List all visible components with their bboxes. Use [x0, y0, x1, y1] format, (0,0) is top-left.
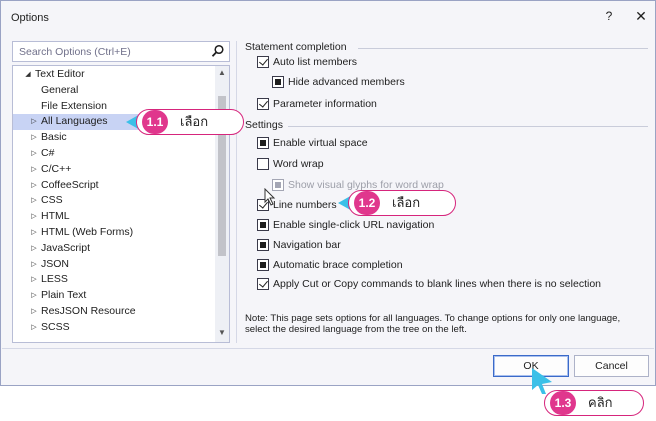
mouse-cursor-icon — [264, 188, 276, 206]
callout-badge: 1.1 — [142, 110, 168, 134]
tree-scrollbar[interactable]: ▲ ▼ — [215, 66, 229, 342]
tree-item-label: Plain Text — [41, 289, 87, 302]
tree-item-label: File Extension — [41, 99, 107, 112]
scroll-down-icon[interactable]: ▼ — [215, 328, 229, 340]
tree-item[interactable]: ◢ Text Editor — [13, 67, 215, 83]
callout-1-1: 1.1 เลือก — [126, 109, 246, 135]
tree-item-label: JSON — [41, 257, 70, 270]
tree-item[interactable]: ▷ HTML — [13, 209, 215, 225]
tree-item-label: HTML — [41, 210, 70, 223]
single-click-url-option[interactable]: Enable single-click URL navigation — [257, 219, 497, 234]
collapsed-arrow-icon[interactable]: ▷ — [29, 304, 39, 320]
pointer-arrow-icon — [532, 368, 552, 394]
collapsed-arrow-icon[interactable]: ▷ — [29, 241, 39, 257]
tree-item[interactable]: ▷ CSS — [13, 193, 215, 209]
group-divider — [358, 48, 648, 49]
word-wrap-checkbox[interactable] — [257, 158, 269, 170]
hide-advanced-members-checkbox[interactable] — [272, 76, 284, 88]
collapsed-arrow-icon[interactable]: ▷ — [29, 114, 39, 130]
hide-advanced-members-option[interactable]: Hide advanced members — [272, 76, 472, 91]
tree-item[interactable]: ▷ CoffeeScript — [13, 178, 215, 194]
auto-list-members-checkbox[interactable] — [257, 56, 269, 68]
pane-divider — [236, 41, 237, 343]
callout-1-3: 1.3 คลิก — [532, 368, 648, 416]
tree-item[interactable]: ▷ SCSS — [13, 320, 215, 336]
cut-copy-blank-lines-option[interactable]: Apply Cut or Copy commands to blank line… — [257, 278, 647, 293]
brace-completion-checkbox[interactable] — [257, 259, 269, 271]
navigation-bar-checkbox[interactable] — [257, 239, 269, 251]
tree-item-label: Text Editor — [35, 68, 85, 80]
tree-item[interactable]: ▷ JavaScript — [13, 241, 215, 257]
enable-virtual-space-checkbox[interactable] — [257, 137, 269, 149]
callout-1-2: 1.2 เลือก — [338, 190, 458, 216]
group-divider — [288, 126, 648, 127]
tree-item-label: LESS — [41, 273, 68, 286]
title-bar: Options ? ✕ — [1, 1, 655, 35]
collapsed-arrow-icon[interactable]: ▷ — [29, 288, 39, 304]
search-icon[interactable] — [211, 44, 225, 58]
collapsed-arrow-icon[interactable]: ▷ — [29, 320, 39, 336]
help-button[interactable]: ? — [601, 9, 617, 27]
tree-item-label: SCSS — [41, 320, 70, 333]
cut-copy-blank-lines-checkbox[interactable] — [257, 278, 269, 290]
statement-completion-heading: Statement completion — [245, 41, 347, 53]
parameter-information-checkbox[interactable] — [257, 98, 269, 110]
tree-item-label: General — [41, 83, 79, 96]
tree-item-label: All Languages — [41, 115, 108, 128]
collapsed-arrow-icon[interactable]: ▷ — [29, 272, 39, 288]
collapsed-arrow-icon[interactable]: ▷ — [29, 225, 39, 241]
tree-item-label: HTML (Web Forms) — [41, 225, 134, 238]
callout-text: คลิก — [588, 395, 613, 410]
collapsed-arrow-icon[interactable]: ▷ — [29, 130, 39, 146]
tree-item-label: ResJSON Resource — [41, 304, 136, 317]
tree-item[interactable]: ▷ Plain Text — [13, 288, 215, 304]
single-click-url-checkbox[interactable] — [257, 219, 269, 231]
tree-item[interactable]: ▷ C# — [13, 146, 215, 162]
options-tree: ◢ Text Editor General File Extension ▷ All La… — [12, 65, 230, 343]
collapsed-arrow-icon[interactable]: ▷ — [29, 209, 39, 225]
collapsed-arrow-icon[interactable]: ▷ — [29, 257, 39, 273]
options-dialog: Options ? ✕ ◢Text EditorGeneralFile Exte… — [0, 0, 656, 386]
collapsed-arrow-icon[interactable]: ▷ — [29, 146, 39, 162]
brace-completion-option[interactable]: Automatic brace completion — [257, 259, 477, 274]
enable-virtual-space-option[interactable]: Enable virtual space — [257, 137, 477, 152]
collapsed-arrow-icon[interactable]: ▷ — [29, 178, 39, 194]
word-wrap-option[interactable]: Word wrap — [257, 158, 457, 173]
callout-text: เลือก — [392, 195, 421, 210]
callout-badge: 1.2 — [354, 191, 380, 215]
auto-list-members-option[interactable]: Auto list members — [257, 56, 457, 71]
tree-item-label: C# — [41, 146, 55, 159]
search-box — [12, 41, 230, 62]
tree-item[interactable]: ▷ JSON — [13, 257, 215, 273]
close-button[interactable]: ✕ — [633, 8, 649, 26]
collapsed-arrow-icon[interactable]: ▷ — [29, 162, 39, 178]
parameter-information-option[interactable]: Parameter information — [257, 98, 457, 113]
tree-item[interactable]: ▷ HTML (Web Forms) — [13, 225, 215, 241]
dialog-title: Options — [11, 12, 49, 24]
tree-item[interactable]: ▷ LESS — [13, 272, 215, 288]
tree-item-label: JavaScript — [41, 241, 91, 254]
tree-item-label: CoffeeScript — [41, 178, 99, 191]
tree-item-label: CSS — [41, 194, 63, 207]
expanded-arrow-icon[interactable]: ◢ — [23, 67, 33, 83]
note-text: Note: This page sets options for all lan… — [245, 313, 621, 335]
tree-item[interactable]: General — [13, 83, 215, 99]
scroll-up-icon[interactable]: ▲ — [215, 68, 229, 80]
collapsed-arrow-icon[interactable]: ▷ — [29, 193, 39, 209]
tree-item[interactable]: ▷ C/C++ — [13, 162, 215, 178]
tree-item-label: Basic — [41, 131, 67, 144]
footer-divider — [2, 348, 654, 349]
callout-badge: 1.3 — [550, 391, 576, 415]
navigation-bar-option[interactable]: Navigation bar — [257, 239, 457, 254]
tree-list: ◢ Text Editor General File Extension ▷ All La… — [13, 67, 215, 336]
callout-text: เลือก — [180, 114, 209, 129]
tree-item-label: C/C++ — [41, 162, 72, 175]
cancel-button[interactable]: Cancel — [574, 355, 649, 377]
search-input[interactable] — [13, 42, 209, 61]
tree-item[interactable]: ▷ ResJSON Resource — [13, 304, 215, 320]
settings-heading: Settings — [245, 119, 283, 131]
